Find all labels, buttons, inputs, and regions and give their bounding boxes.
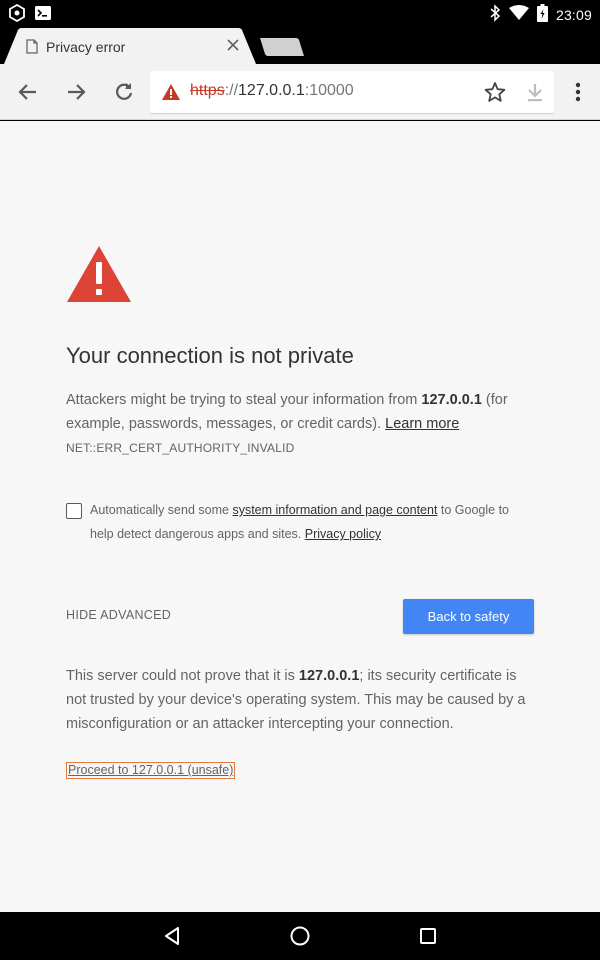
details-paragraph: This server could not prove that it is 1… — [66, 664, 536, 736]
not-secure-warning-icon[interactable] — [162, 84, 180, 105]
extended-reporting-checkbox[interactable] — [66, 503, 82, 519]
url-port: :10000 — [304, 82, 354, 99]
nav-back-button[interactable] — [160, 924, 184, 948]
app-notification-icon — [8, 3, 26, 27]
back-button[interactable] — [14, 78, 42, 106]
nav-recents-icon — [420, 928, 436, 944]
browser-toolbar: https://127.0.0.1:10000 — [0, 64, 600, 120]
nav-home-icon — [290, 926, 310, 946]
terminal-icon — [34, 4, 52, 27]
new-tab-button[interactable] — [258, 36, 306, 58]
more-vert-icon — [575, 82, 581, 102]
details-host: 127.0.0.1 — [298, 668, 360, 684]
download-icon[interactable] — [524, 81, 546, 108]
navigation-bar — [0, 912, 600, 960]
tab-title: Privacy error — [46, 39, 126, 55]
proceed-unsafe-link[interactable]: Proceed to 127.0.0.1 (unsafe) — [66, 762, 236, 779]
forward-button[interactable] — [62, 78, 90, 106]
page-title: Your connection is not private — [66, 343, 354, 368]
error-code: NET::ERR_CERT_AUTHORITY_INVALID — [66, 441, 295, 455]
details-text: This server could not prove that it is — [66, 668, 299, 684]
nav-back-icon — [165, 927, 179, 945]
intro-text: Attackers might be trying to steal your … — [66, 392, 422, 408]
back-to-safety-button[interactable]: Back to safety — [403, 599, 534, 634]
interstitial-page: Your connection is not private Attackers… — [0, 121, 600, 912]
intro-host: 127.0.0.1 — [421, 392, 482, 408]
wifi-icon — [508, 5, 529, 24]
forward-arrow-icon — [68, 84, 86, 100]
url-separator: :// — [224, 82, 239, 99]
nav-home-button[interactable] — [288, 924, 312, 948]
reload-button[interactable] — [110, 78, 138, 106]
bluetooth-icon — [489, 4, 501, 25]
checkbox-label: Automatically send some system informati… — [90, 498, 536, 546]
checkbox-text: Automatically send some — [90, 503, 233, 517]
omnibox[interactable]: https://127.0.0.1:10000 — [150, 71, 554, 113]
url-host: 127.0.0.1 — [238, 82, 305, 99]
tab-strip: Privacy error — [0, 26, 600, 64]
intro-paragraph: Attackers might be trying to steal your … — [66, 388, 536, 436]
status-bar: 23:09 — [0, 0, 600, 26]
url-text[interactable]: https://127.0.0.1:10000 — [190, 82, 354, 100]
learn-more-link[interactable]: Learn more — [385, 416, 459, 432]
battery-icon — [536, 4, 548, 25]
url-scheme: https — [190, 82, 225, 99]
tab-privacy-error[interactable]: Privacy error — [4, 28, 256, 64]
hide-advanced-button[interactable]: HIDE ADVANCED — [66, 608, 171, 622]
reload-icon — [116, 83, 133, 100]
back-arrow-icon — [18, 84, 36, 100]
warning-triangle-icon — [66, 245, 132, 308]
privacy-policy-link[interactable]: Privacy policy — [305, 527, 381, 541]
clock: 23:09 — [555, 6, 592, 23]
system-information-link[interactable]: system information and page content — [232, 503, 437, 517]
menu-button[interactable] — [564, 78, 592, 106]
bookmark-star-icon[interactable] — [484, 81, 506, 108]
nav-recents-button[interactable] — [416, 924, 440, 948]
